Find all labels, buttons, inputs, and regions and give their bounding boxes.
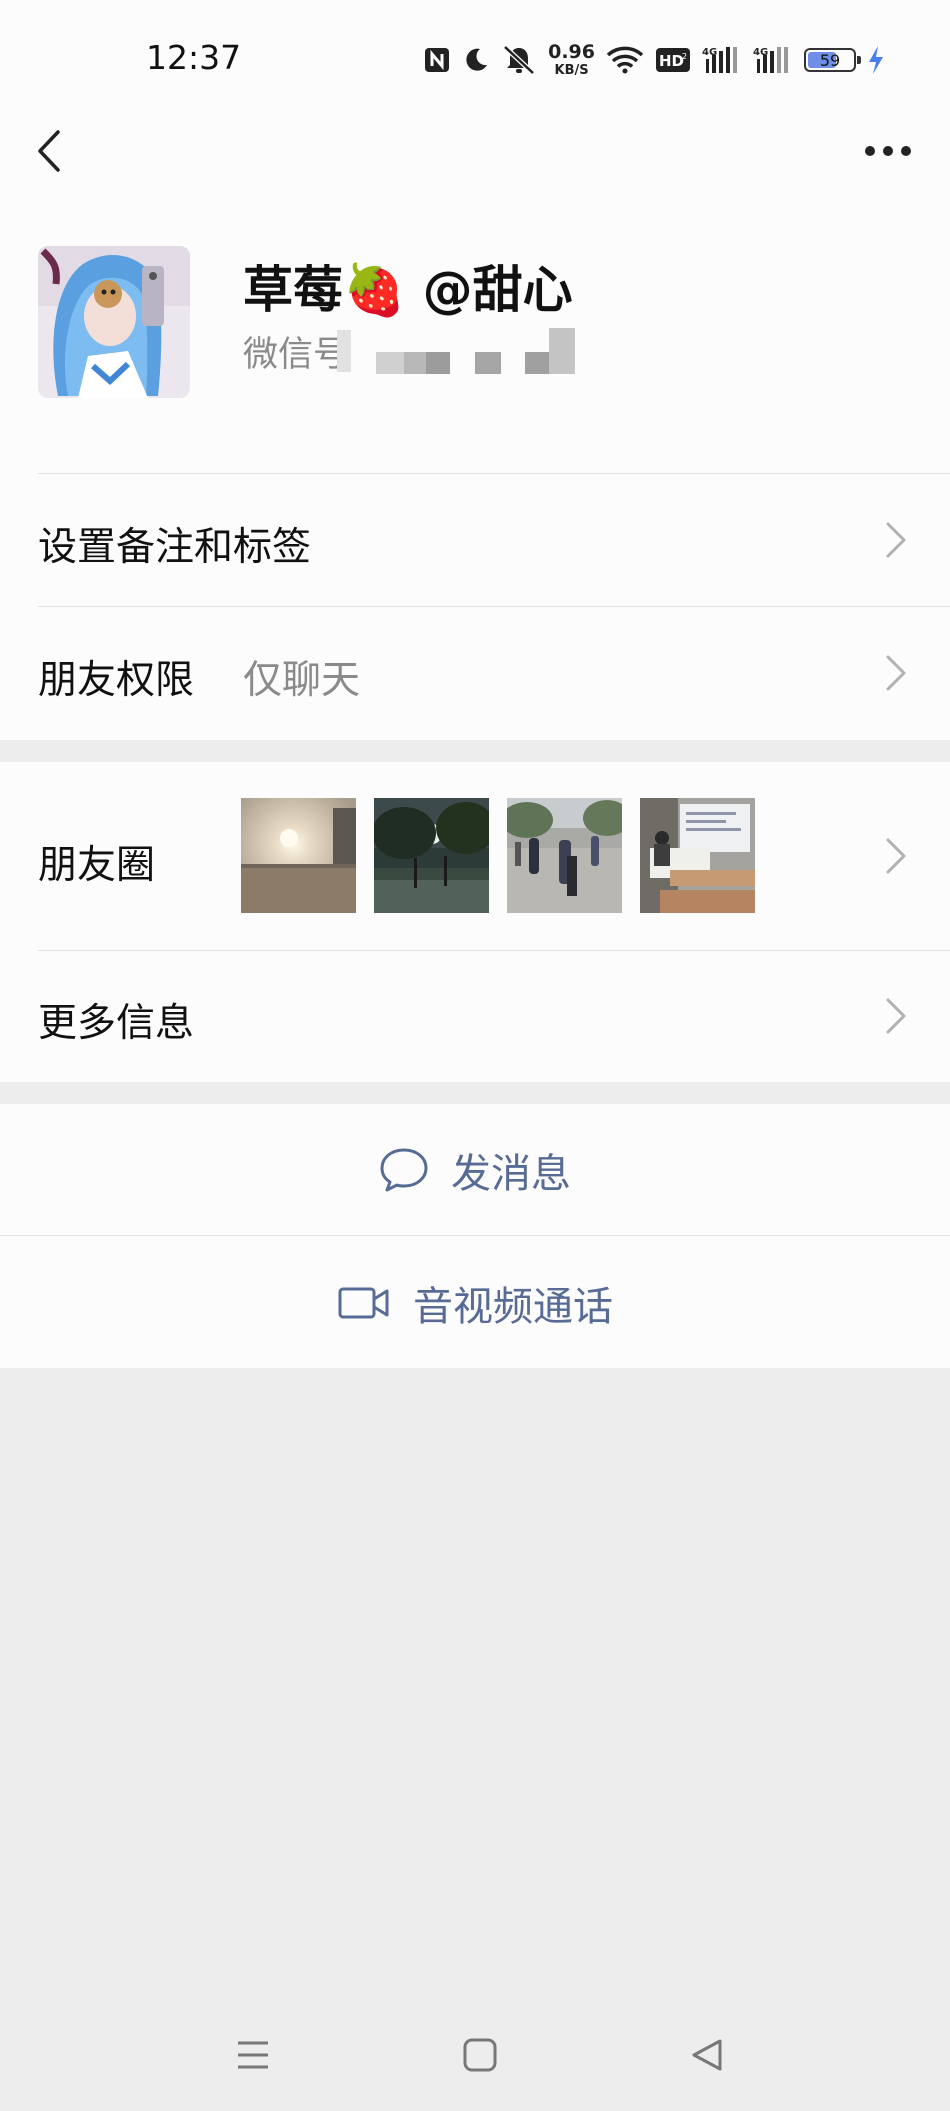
status-time: 12:37 bbox=[146, 38, 242, 77]
system-navigation-bar bbox=[0, 2020, 950, 2090]
charging-bolt-icon bbox=[867, 45, 885, 75]
home-square-icon bbox=[463, 2038, 497, 2072]
more-info-row[interactable]: 更多信息 bbox=[0, 951, 950, 1082]
moments-thumbnail[interactable] bbox=[507, 798, 622, 913]
more-info-label: 更多信息 bbox=[38, 1001, 195, 1046]
friend-permission-label: 朋友权限 bbox=[38, 658, 195, 703]
wechat-id-label: 微信号 bbox=[243, 334, 349, 375]
video-camera-icon bbox=[338, 1287, 389, 1318]
moments-label: 朋友圈 bbox=[38, 843, 156, 888]
svg-text:2: 2 bbox=[682, 52, 687, 61]
moments-thumbnails[interactable] bbox=[241, 798, 755, 913]
remark-tags-label: 设置备注和标签 bbox=[38, 525, 312, 570]
menu-button[interactable] bbox=[218, 2020, 288, 2090]
chevron-right-icon bbox=[886, 522, 906, 558]
moon-icon bbox=[462, 46, 490, 74]
nickname: 草莓🍓 @甜心 bbox=[243, 261, 573, 319]
avatar[interactable] bbox=[38, 246, 190, 398]
net-speed-unit: KB/S bbox=[554, 63, 589, 78]
menu-icon bbox=[238, 2041, 268, 2069]
back-button[interactable] bbox=[24, 122, 74, 180]
more-options-button[interactable] bbox=[856, 128, 920, 174]
signal-4g-icon: 4G bbox=[702, 45, 742, 75]
chevron-right-icon bbox=[886, 998, 906, 1034]
remark-tags-row[interactable]: 设置备注和标签 bbox=[0, 474, 950, 606]
svg-text:HD: HD bbox=[659, 52, 684, 70]
system-back-button[interactable] bbox=[672, 2020, 742, 2090]
mute-icon bbox=[501, 45, 537, 75]
home-button[interactable] bbox=[445, 2020, 515, 2090]
action-buttons: 发消息 音视频通话 bbox=[0, 1104, 950, 1368]
chevron-right-icon bbox=[886, 655, 906, 691]
status-icons: 0.96 KB/S HD 2 4G 4G 59 bbox=[423, 36, 885, 84]
moments-thumbnail[interactable] bbox=[241, 798, 356, 913]
chevron-left-icon bbox=[38, 130, 60, 172]
wechat-id: 微信号 bbox=[243, 326, 348, 376]
chevron-right-icon bbox=[886, 838, 906, 874]
net-speed: 0.96 KB/S bbox=[548, 41, 595, 78]
hd-icon: HD 2 bbox=[655, 47, 691, 73]
battery-icon: 59 bbox=[804, 48, 861, 72]
wifi-icon bbox=[606, 45, 644, 75]
net-speed-value: 0.96 bbox=[548, 41, 595, 63]
send-message-button[interactable]: 发消息 bbox=[0, 1104, 950, 1235]
moments-thumbnail[interactable] bbox=[640, 798, 755, 913]
video-call-button[interactable]: 音视频通话 bbox=[0, 1237, 950, 1368]
more-dots-icon bbox=[865, 146, 911, 156]
battery-level: 59 bbox=[819, 50, 841, 70]
friend-permission-row[interactable]: 朋友权限 仅聊天 bbox=[0, 607, 950, 739]
nfc-icon bbox=[423, 46, 451, 74]
video-call-label: 音视频通话 bbox=[413, 1283, 613, 1330]
status-bar: 12:37 0.96 KB/S HD 2 4G 4G 59 bbox=[0, 0, 950, 120]
send-message-label: 发消息 bbox=[451, 1150, 571, 1197]
friend-permission-value: 仅聊天 bbox=[243, 658, 361, 703]
chat-bubble-icon bbox=[380, 1148, 428, 1191]
moments-thumbnail[interactable] bbox=[374, 798, 489, 913]
divider bbox=[0, 1235, 950, 1236]
back-triangle-icon bbox=[692, 2039, 722, 2071]
signal-4g-icon: 4G bbox=[753, 45, 793, 75]
